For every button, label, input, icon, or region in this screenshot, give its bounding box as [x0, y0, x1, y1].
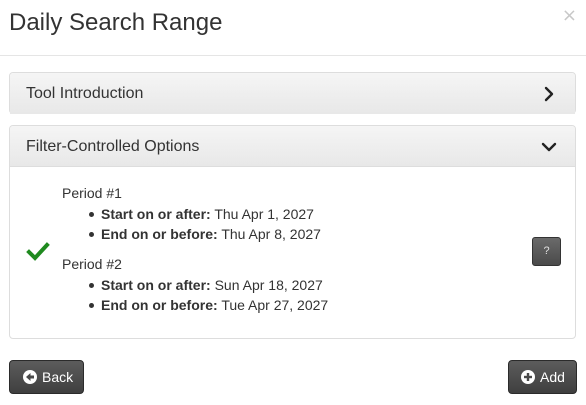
start-value: Sun Apr 18, 2027	[214, 277, 323, 293]
start-label: Start on or after:	[101, 277, 211, 293]
period-start-item: Start on or after: Sun Apr 18, 2027	[89, 277, 323, 293]
plus-circle-icon	[521, 370, 535, 384]
period-start-item: Start on or after: Thu Apr 1, 2027	[89, 206, 314, 222]
panel-heading-filter-controlled-options[interactable]: Filter-Controlled Options	[10, 126, 575, 167]
period-label: Period #1	[62, 185, 122, 201]
panel-title: Filter-Controlled Options	[26, 138, 200, 155]
start-value: Thu Apr 1, 2027	[214, 206, 314, 222]
add-button-label: Add	[540, 369, 565, 385]
help-button[interactable]: ?	[532, 237, 561, 266]
period-end-item: End on or before: Thu Apr 8, 2027	[89, 226, 321, 242]
add-button[interactable]: Add	[508, 360, 577, 394]
panel-tool-introduction: Tool Introduction	[9, 72, 576, 114]
chevron-down-icon	[541, 142, 557, 152]
bullet	[89, 302, 94, 308]
end-label: End on or before:	[101, 226, 218, 242]
panel-heading-tool-introduction[interactable]: Tool Introduction	[10, 73, 575, 114]
close-button[interactable]: ×	[562, 6, 577, 26]
end-value: Thu Apr 8, 2027	[221, 226, 321, 242]
modal-title: Daily Search Range	[9, 9, 223, 36]
end-value: Tue Apr 27, 2027	[221, 297, 329, 313]
bullet	[89, 282, 94, 288]
checkmark-icon	[26, 242, 50, 261]
panel-filter-controlled-options: Filter-Controlled Options Period #1 Star…	[9, 125, 576, 339]
period-end-item: End on or before: Tue Apr 27, 2027	[89, 297, 328, 313]
bullet	[89, 231, 94, 237]
start-label: Start on or after:	[101, 206, 211, 222]
chevron-right-icon	[544, 86, 554, 102]
end-label: End on or before:	[101, 297, 218, 313]
back-button[interactable]: Back	[9, 360, 84, 394]
back-button-label: Back	[42, 369, 74, 385]
panel-title: Tool Introduction	[26, 85, 144, 102]
bullet	[89, 211, 94, 217]
arrow-left-circle-icon	[23, 370, 37, 384]
modal-header: Daily Search Range ×	[0, 0, 586, 56]
period-label: Period #2	[62, 256, 122, 272]
